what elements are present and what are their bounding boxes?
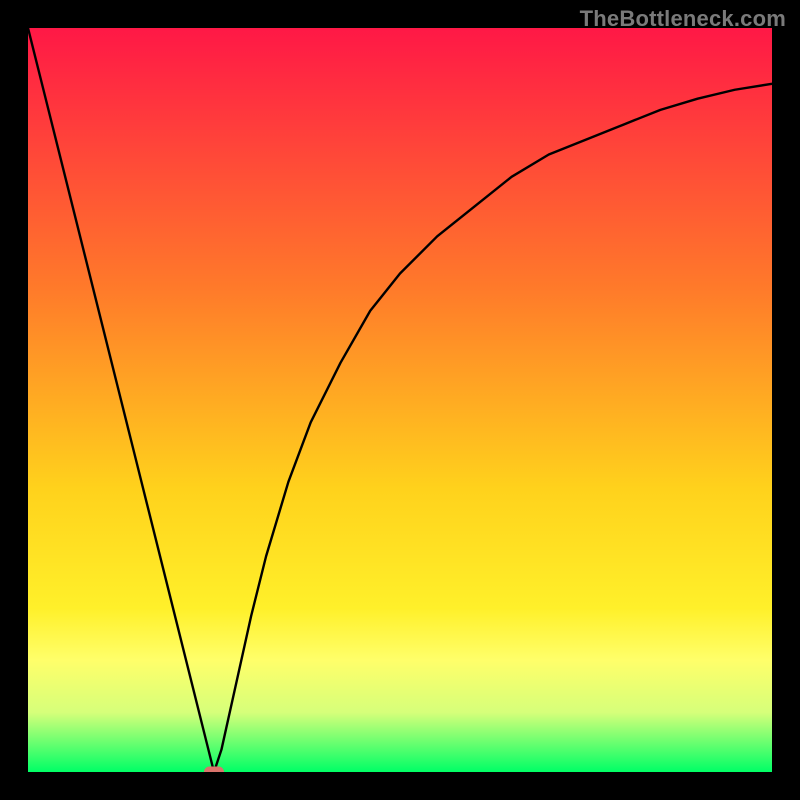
chart-frame: TheBottleneck.com [0, 0, 800, 800]
gradient-background [28, 28, 772, 772]
plot-area [28, 28, 772, 772]
chart-svg [28, 28, 772, 772]
